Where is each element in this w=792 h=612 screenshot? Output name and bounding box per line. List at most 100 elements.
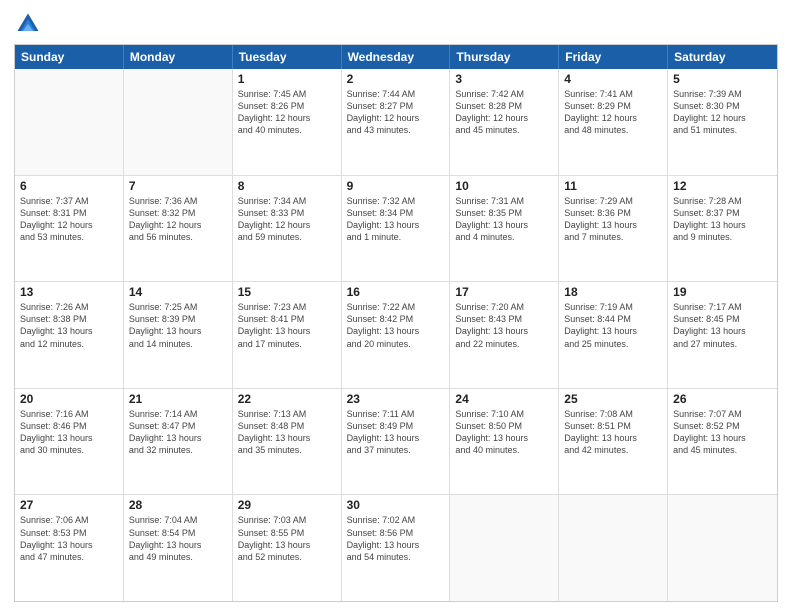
day-info: Sunrise: 7:23 AM Sunset: 8:41 PM Dayligh… [238,301,336,350]
calendar-cell: 24 Sunrise: 7:10 AM Sunset: 8:50 PM Dayli… [450,389,559,495]
day-info: Sunrise: 7:08 AM Sunset: 8:51 PM Dayligh… [564,408,662,457]
calendar-cell: 25 Sunrise: 7:08 AM Sunset: 8:51 PM Dayli… [559,389,668,495]
header [14,10,778,38]
day-number: 1 [238,72,336,86]
calendar-cell: 22Sunrise: 7:13 AM Sunset: 8:48 PM Dayli… [233,389,342,495]
day-info: Sunrise: 7:10 AM Sunset: 8:50 PM Dayligh… [455,408,553,457]
weekday-header: Tuesday [233,45,342,69]
calendar-cell: 28Sunrise: 7:04 AM Sunset: 8:54 PM Dayli… [124,495,233,601]
day-number: 10 [455,179,553,193]
calendar-cell: 14 Sunrise: 7:25 AM Sunset: 8:39 PM Dayli… [124,282,233,388]
calendar-cell: 21 Sunrise: 7:14 AM Sunset: 8:47 PM Dayli… [124,389,233,495]
weekday-header: Sunday [15,45,124,69]
day-number: 30 [347,498,445,512]
calendar-row: 20 Sunrise: 7:16 AM Sunset: 8:46 PM Dayli… [15,388,777,495]
day-number: 18 [564,285,662,299]
calendar-cell: 11 Sunrise: 7:29 AM Sunset: 8:36 PM Dayli… [559,176,668,282]
calendar-cell: 17Sunrise: 7:20 AM Sunset: 8:43 PM Dayli… [450,282,559,388]
day-info: Sunrise: 7:14 AM Sunset: 8:47 PM Dayligh… [129,408,227,457]
calendar-cell: 13 Sunrise: 7:26 AM Sunset: 8:38 PM Dayli… [15,282,124,388]
calendar-header: SundayMondayTuesdayWednesdayThursdayFrid… [15,45,777,69]
calendar-cell [559,495,668,601]
day-info: Sunrise: 7:16 AM Sunset: 8:46 PM Dayligh… [20,408,118,457]
calendar-cell: 15 Sunrise: 7:23 AM Sunset: 8:41 PM Dayli… [233,282,342,388]
day-info: Sunrise: 7:29 AM Sunset: 8:36 PM Dayligh… [564,195,662,244]
day-number: 9 [347,179,445,193]
day-info: Sunrise: 7:02 AM Sunset: 8:56 PM Dayligh… [347,514,445,563]
calendar-cell: 7 Sunrise: 7:36 AM Sunset: 8:32 PM Daylig… [124,176,233,282]
calendar-cell: 12 Sunrise: 7:28 AM Sunset: 8:37 PM Dayli… [668,176,777,282]
day-number: 24 [455,392,553,406]
weekday-header: Wednesday [342,45,451,69]
calendar-row: 13 Sunrise: 7:26 AM Sunset: 8:38 PM Dayli… [15,281,777,388]
calendar-cell: 8Sunrise: 7:34 AM Sunset: 8:33 PM Daylig… [233,176,342,282]
calendar-cell [124,69,233,175]
day-info: Sunrise: 7:19 AM Sunset: 8:44 PM Dayligh… [564,301,662,350]
calendar-cell: 29Sunrise: 7:03 AM Sunset: 8:55 PM Dayli… [233,495,342,601]
calendar-cell: 10 Sunrise: 7:31 AM Sunset: 8:35 PM Dayli… [450,176,559,282]
day-info: Sunrise: 7:26 AM Sunset: 8:38 PM Dayligh… [20,301,118,350]
day-info: Sunrise: 7:37 AM Sunset: 8:31 PM Dayligh… [20,195,118,244]
day-info: Sunrise: 7:31 AM Sunset: 8:35 PM Dayligh… [455,195,553,244]
day-number: 2 [347,72,445,86]
day-info: Sunrise: 7:36 AM Sunset: 8:32 PM Dayligh… [129,195,227,244]
calendar-row: 6 Sunrise: 7:37 AM Sunset: 8:31 PM Daylig… [15,175,777,282]
day-number: 5 [673,72,772,86]
day-info: Sunrise: 7:07 AM Sunset: 8:52 PM Dayligh… [673,408,772,457]
weekday-header: Friday [559,45,668,69]
calendar-cell: 1 Sunrise: 7:45 AM Sunset: 8:26 PM Daylig… [233,69,342,175]
calendar-cell: 19 Sunrise: 7:17 AM Sunset: 8:45 PM Dayli… [668,282,777,388]
day-number: 21 [129,392,227,406]
day-number: 25 [564,392,662,406]
day-info: Sunrise: 7:06 AM Sunset: 8:53 PM Dayligh… [20,514,118,563]
calendar-cell: 16Sunrise: 7:22 AM Sunset: 8:42 PM Dayli… [342,282,451,388]
calendar-cell: 4 Sunrise: 7:41 AM Sunset: 8:29 PM Daylig… [559,69,668,175]
calendar-cell: 18 Sunrise: 7:19 AM Sunset: 8:44 PM Dayli… [559,282,668,388]
day-info: Sunrise: 7:41 AM Sunset: 8:29 PM Dayligh… [564,88,662,137]
day-number: 27 [20,498,118,512]
calendar-cell: 23 Sunrise: 7:11 AM Sunset: 8:49 PM Dayli… [342,389,451,495]
day-number: 8 [238,179,336,193]
day-number: 20 [20,392,118,406]
day-number: 14 [129,285,227,299]
weekday-header: Saturday [668,45,777,69]
calendar-cell: 5 Sunrise: 7:39 AM Sunset: 8:30 PM Daylig… [668,69,777,175]
day-number: 4 [564,72,662,86]
day-number: 19 [673,285,772,299]
calendar-cell: 20 Sunrise: 7:16 AM Sunset: 8:46 PM Dayli… [15,389,124,495]
weekday-header: Monday [124,45,233,69]
calendar-row: 27 Sunrise: 7:06 AM Sunset: 8:53 PM Dayli… [15,494,777,601]
calendar-cell: 6 Sunrise: 7:37 AM Sunset: 8:31 PM Daylig… [15,176,124,282]
day-info: Sunrise: 7:17 AM Sunset: 8:45 PM Dayligh… [673,301,772,350]
day-number: 12 [673,179,772,193]
day-info: Sunrise: 7:25 AM Sunset: 8:39 PM Dayligh… [129,301,227,350]
calendar-row: 1 Sunrise: 7:45 AM Sunset: 8:26 PM Daylig… [15,69,777,175]
weekday-header: Thursday [450,45,559,69]
day-number: 22 [238,392,336,406]
day-info: Sunrise: 7:42 AM Sunset: 8:28 PM Dayligh… [455,88,553,137]
day-info: Sunrise: 7:45 AM Sunset: 8:26 PM Dayligh… [238,88,336,137]
day-number: 15 [238,285,336,299]
calendar-cell: 2 Sunrise: 7:44 AM Sunset: 8:27 PM Daylig… [342,69,451,175]
day-number: 13 [20,285,118,299]
day-number: 7 [129,179,227,193]
day-info: Sunrise: 7:04 AM Sunset: 8:54 PM Dayligh… [129,514,227,563]
calendar-cell: 30 Sunrise: 7:02 AM Sunset: 8:56 PM Dayli… [342,495,451,601]
day-number: 29 [238,498,336,512]
day-number: 3 [455,72,553,86]
day-info: Sunrise: 7:44 AM Sunset: 8:27 PM Dayligh… [347,88,445,137]
day-number: 6 [20,179,118,193]
calendar-cell: 9Sunrise: 7:32 AM Sunset: 8:34 PM Daylig… [342,176,451,282]
day-number: 26 [673,392,772,406]
day-info: Sunrise: 7:39 AM Sunset: 8:30 PM Dayligh… [673,88,772,137]
day-number: 11 [564,179,662,193]
calendar-cell: 27 Sunrise: 7:06 AM Sunset: 8:53 PM Dayli… [15,495,124,601]
calendar-cell [15,69,124,175]
day-info: Sunrise: 7:28 AM Sunset: 8:37 PM Dayligh… [673,195,772,244]
day-number: 23 [347,392,445,406]
calendar-cell: 26 Sunrise: 7:07 AM Sunset: 8:52 PM Dayli… [668,389,777,495]
day-info: Sunrise: 7:11 AM Sunset: 8:49 PM Dayligh… [347,408,445,457]
page: SundayMondayTuesdayWednesdayThursdayFrid… [0,0,792,612]
logo [14,10,46,38]
calendar-cell [668,495,777,601]
